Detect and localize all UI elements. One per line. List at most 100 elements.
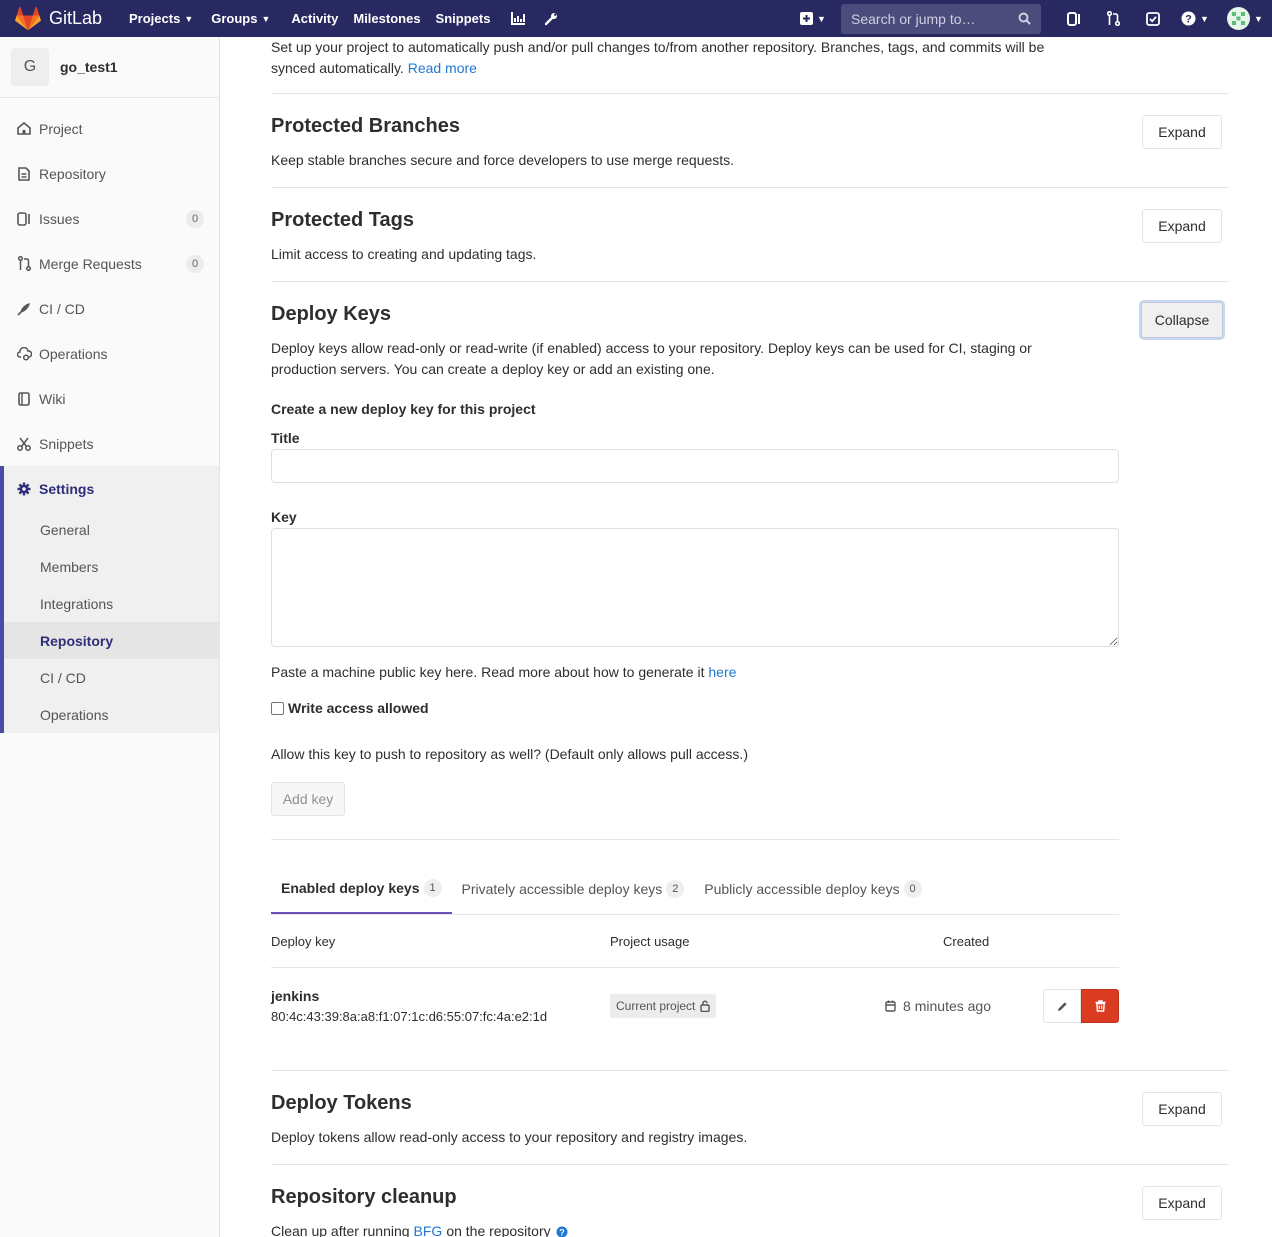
protected-tags-section: Protected Tags Limit access to creating … <box>271 188 1229 282</box>
read-more-link[interactable]: Read more <box>408 60 477 76</box>
scissors-icon <box>16 436 32 452</box>
key-help-text: Paste a machine public key here. Read mo… <box>271 662 736 683</box>
sidebar-item-snippets[interactable]: Snippets <box>0 421 219 466</box>
sidebar-subitem-members[interactable]: Members <box>4 548 219 585</box>
main-content: Set up your project to automatically pus… <box>271 37 1229 1237</box>
table-row: jenkins 80:4c:43:39:8a:a8:f1:07:1c:d6:55… <box>271 969 1119 1045</box>
protected-branches-expand-button[interactable]: Expand <box>1142 115 1222 149</box>
deploy-key-textarea[interactable] <box>271 528 1119 647</box>
mirroring-description-text: Set up your project to automatically pus… <box>271 39 1045 76</box>
bfg-link[interactable]: BFG <box>414 1221 443 1237</box>
user-avatar-dropdown[interactable]: ▼ <box>1218 0 1272 37</box>
chevron-down-icon: ▼ <box>1200 13 1209 24</box>
question-circle-icon[interactable]: ? <box>556 1226 568 1237</box>
issues-icon[interactable] <box>1055 0 1094 37</box>
todos-check-icon[interactable] <box>1133 0 1172 37</box>
column-project-usage: Project usage <box>610 934 690 949</box>
sidebar-item-project[interactable]: Project <box>0 106 219 151</box>
sidebar-subitem-operations[interactable]: Operations <box>4 696 219 733</box>
sidebar-item-ci-cd[interactable]: CI / CD <box>0 286 219 331</box>
sidebar-subitem-repository[interactable]: Repository <box>4 622 219 659</box>
gitlab-home-link[interactable]: GitLab <box>0 6 114 31</box>
mirroring-description: Set up your project to automatically pus… <box>271 37 1091 79</box>
tab-count-badge: 2 <box>666 879 685 898</box>
tab-enabled-deploy-keys[interactable]: Enabled deploy keys 1 <box>271 863 452 914</box>
add-key-button[interactable]: Add key <box>271 782 345 816</box>
top-navbar: GitLab Projects ▼ Groups ▼ Activity Milest… <box>0 0 1272 37</box>
admin-wrench-icon[interactable] <box>536 0 566 37</box>
deploy-keys-collapse-button[interactable]: Collapse <box>1141 302 1223 338</box>
project-usage-label: Current project <box>616 999 696 1013</box>
nav-groups-label: Groups <box>211 11 258 26</box>
sidebar-subitem-integrations[interactable]: Integrations <box>4 585 219 622</box>
merge-request-icon[interactable] <box>1094 0 1133 37</box>
project-sidebar: G go_test1 Project Repository Issues 0 M… <box>0 37 220 1237</box>
sidebar-item-merge-requests[interactable]: Merge Requests 0 <box>0 241 219 286</box>
nav-projects[interactable]: Projects ▼ <box>114 0 202 37</box>
sidebar-item-operations[interactable]: Operations <box>0 331 219 376</box>
tab-privately-accessible-deploy-keys[interactable]: Privately accessible deploy keys 2 <box>452 863 695 914</box>
tab-label: Publicly accessible deploy keys <box>704 880 900 897</box>
trash-icon <box>1095 1000 1105 1012</box>
generate-key-help-link[interactable]: here <box>708 664 736 680</box>
analytics-chart-icon[interactable] <box>499 0 536 37</box>
deploy-keys-table-header: Deploy key Project usage Created <box>271 916 1119 968</box>
sidebar-item-label: Repository <box>39 165 106 182</box>
sidebar-item-repository[interactable]: Repository <box>0 151 219 196</box>
sidebar-item-issues[interactable]: Issues 0 <box>0 196 219 241</box>
project-usage-badge[interactable]: Current project <box>610 994 717 1018</box>
lock-open-icon <box>700 1000 711 1012</box>
column-deploy-key: Deploy key <box>271 934 336 949</box>
protected-tags-title: Protected Tags <box>271 209 414 231</box>
protected-branches-title: Protected Branches <box>271 115 460 137</box>
protected-tags-expand-button[interactable]: Expand <box>1142 209 1222 243</box>
document-icon <box>16 166 32 182</box>
deploy-keys-title: Deploy Keys <box>271 303 392 325</box>
search-placeholder: Search or jump to… <box>851 10 976 27</box>
tab-count-badge: 0 <box>903 879 922 898</box>
search-icon <box>1018 12 1031 25</box>
sidebar-item-wiki[interactable]: Wiki <box>0 376 219 421</box>
sidebar-subitem-ci-cd[interactable]: CI / CD <box>4 659 219 696</box>
nav-milestones[interactable]: Milestones <box>347 0 429 37</box>
deploy-key-form-divider <box>271 839 1119 840</box>
write-access-label[interactable]: Write access allowed <box>288 700 429 716</box>
remove-deploy-key-button[interactable] <box>1081 989 1119 1023</box>
nav-milestones-label: Milestones <box>353 11 421 26</box>
deploy-key-title-input[interactable] <box>271 449 1119 483</box>
deploy-tokens-expand-button[interactable]: Expand <box>1142 1092 1222 1126</box>
sidebar-subitem-general[interactable]: General <box>4 511 219 548</box>
repository-cleanup-expand-button[interactable]: Expand <box>1142 1186 1222 1220</box>
issues-icon <box>16 211 32 227</box>
repository-cleanup-description: Clean up after running BFG on the reposi… <box>271 1221 568 1237</box>
deploy-tokens-section: Deploy Tokens Deploy tokens allow read-o… <box>271 1071 1229 1165</box>
tab-count-badge: 1 <box>423 878 442 897</box>
book-icon <box>16 391 32 407</box>
protected-tags-description: Limit access to creating and updating ta… <box>271 246 537 262</box>
tab-publicly-accessible-deploy-keys[interactable]: Publicly accessible deploy keys 0 <box>694 863 931 914</box>
edit-deploy-key-button[interactable] <box>1043 989 1081 1023</box>
key-help-label: Paste a machine public key here. Read mo… <box>271 664 705 680</box>
pencil-icon <box>1057 1001 1067 1011</box>
chevron-down-icon: ▼ <box>1254 13 1263 24</box>
deploy-key-name: jenkins <box>271 988 320 1004</box>
search-input[interactable]: Search or jump to… <box>841 3 1041 34</box>
nav-groups[interactable]: Groups ▼ <box>202 0 279 37</box>
tab-label: Enabled deploy keys <box>281 879 420 896</box>
help-icon[interactable]: ? ▼ <box>1172 0 1218 37</box>
repository-cleanup-title: Repository cleanup <box>271 1186 457 1208</box>
write-access-checkbox[interactable] <box>271 701 284 715</box>
deploy-key-fingerprint: 80:4c:43:39:8a:a8:f1:07:1c:d6:55:07:fc:4… <box>271 1009 548 1024</box>
brand-name: GitLab <box>49 8 103 28</box>
sidebar-project-header[interactable]: G go_test1 <box>0 37 219 98</box>
new-plus-dropdown-icon[interactable]: ▼ <box>791 0 835 37</box>
nav-activity[interactable]: Activity <box>279 0 347 37</box>
column-created: Created <box>943 934 990 949</box>
sidebar-item-label: CI / CD <box>39 300 85 317</box>
nav-activity-label: Activity <box>291 11 339 26</box>
nav-snippets[interactable]: Snippets <box>430 0 500 37</box>
calendar-icon <box>885 1000 896 1012</box>
sidebar-item-settings[interactable]: Settings <box>4 466 219 511</box>
create-deploy-key-heading: Create a new deploy key for this project <box>271 401 536 417</box>
cleanup-desc-suffix: on the repository <box>446 1223 551 1237</box>
